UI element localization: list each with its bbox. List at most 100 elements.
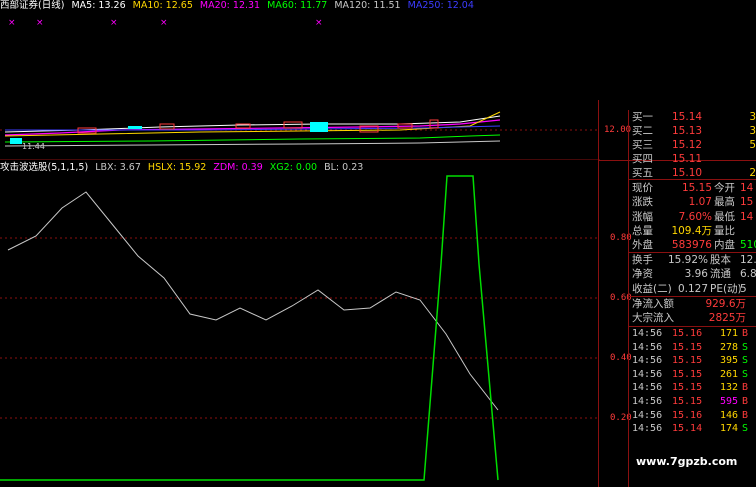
tick-row: 14:56 15.15 132 B [632, 381, 756, 395]
tick-time: 14:56 [632, 382, 663, 394]
order-book-price: 15.11 [672, 153, 703, 165]
quote-value: 109.4万 [671, 224, 712, 237]
quote-label: 量比 [714, 224, 735, 237]
quote-row: 现价 15.15 今开 14 [632, 181, 756, 195]
fundamental-row: 换手 15.92%股本 12.0 [632, 253, 756, 267]
quote-value: 5104 [740, 239, 756, 252]
flow-value: 2825万 [708, 312, 746, 325]
tick-row: 14:56 15.15 261 S [632, 368, 756, 382]
order-book-price: 15.14 [672, 111, 703, 123]
tick-time: 14:56 [632, 409, 663, 421]
order-book-label: 买二 [632, 125, 653, 137]
tick-volume: 395 [719, 355, 738, 367]
tick-row: 14:56 15.16 171 B [632, 327, 756, 341]
order-book-label: 买一 [632, 111, 653, 123]
tick-side: S [742, 355, 749, 367]
quote-label: 总量 [632, 224, 653, 237]
tick-side: B [742, 396, 749, 407]
tick-volume: 261 [719, 368, 738, 380]
tick-price: 15.14 [672, 423, 703, 435]
chart-title: 西部证券(日线) [0, 0, 65, 11]
fundamental-value: 5 [740, 282, 747, 295]
ma120-value: MA120: 11.51 [334, 0, 401, 11]
marker-icon: × [8, 18, 16, 28]
marker-icon: × [315, 18, 323, 28]
bl-value: BL: 0.23 [324, 162, 364, 173]
quote-value: 15.15 [681, 182, 712, 194]
quote-label: 涨幅 [632, 210, 653, 223]
tick-side: S [742, 341, 749, 353]
fundamental-label: 股本 [710, 254, 731, 266]
order-book-volume: 3 [749, 111, 756, 123]
tick-time: 14:56 [632, 368, 663, 380]
quote-label: 涨跌 [632, 196, 653, 209]
quote-value: 14 [740, 210, 754, 223]
fundamental-row: 净资 3.96流通 6.88 [632, 267, 756, 281]
zdm-value: ZDM: 0.39 [213, 162, 263, 173]
flow-label: 净流入额 [632, 298, 674, 310]
order-book-label: 买四 [632, 153, 653, 165]
chart-divider [598, 100, 599, 487]
marker-icon: × [110, 18, 118, 28]
fundamental-value: 12.0 [740, 254, 756, 266]
fundamental-value: 0.127 [677, 282, 708, 295]
tick-volume: 174 [719, 423, 738, 435]
quote-label: 今开 [714, 182, 735, 194]
panel-divider [628, 179, 756, 180]
indicator-header: 攻击波选股(5,1,1,5) LBX: 3.67 HSLX: 15.92 ZDM… [0, 162, 367, 174]
tick-time: 14:56 [632, 328, 663, 339]
order-book-row: 买二 15.13 3 [632, 124, 756, 138]
order-book-row: 买五 15.10 2 [632, 166, 756, 180]
quote-label: 外盘 [632, 239, 653, 252]
fundamental-value: 15.92% [667, 254, 708, 266]
quote-value: 7.60% [678, 210, 712, 223]
hslx-value: HSLX: 15.92 [147, 162, 207, 173]
quote-value: 1.07 [688, 196, 712, 209]
tick-price: 15.15 [672, 341, 703, 353]
tick-volume: 171 [719, 328, 738, 339]
flow-value: 929.6万 [705, 298, 746, 310]
tick-time: 14:56 [632, 423, 663, 435]
quote-row: 涨跌 1.07 最高 15 [632, 195, 756, 209]
marker-icon: × [36, 18, 44, 28]
tick-side: B [742, 328, 749, 339]
xg2-value: XG2: 0.00 [269, 162, 318, 173]
order-book-row: 买一 15.14 3 [632, 110, 756, 124]
tick-volume: 278 [719, 341, 738, 353]
ma60-value: MA60: 11.77 [267, 0, 328, 11]
tick-row: 14:56 15.15 395 S [632, 354, 756, 368]
order-book-price: 15.12 [672, 139, 703, 151]
indicator-name: 攻击波选股(5,1,1,5) [0, 162, 89, 173]
order-book-volume: 3 [749, 125, 756, 137]
watermark: www.7gpzb.com [636, 455, 738, 468]
tick-price: 15.15 [672, 382, 703, 394]
quote-label: 现价 [632, 182, 653, 194]
tick-time: 14:56 [632, 396, 663, 407]
tick-row: 14:56 15.14 174 S [632, 422, 756, 436]
tick-side: B [742, 382, 749, 394]
ma10-value: MA10: 12.65 [132, 0, 193, 11]
quote-row: 总量 109.4万 量比 [632, 224, 756, 238]
price-chart[interactable] [0, 100, 600, 160]
quote-value: 14 [740, 182, 754, 194]
order-book-volume: 5 [749, 139, 756, 151]
tick-price: 15.15 [672, 368, 703, 380]
tick-row: 14:56 15.16 146 B [632, 409, 756, 423]
quote-value: 15 [740, 196, 754, 209]
tick-volume: 595 [719, 396, 738, 407]
fundamental-label: 净资 [632, 268, 653, 281]
order-book-row: 买三 15.12 5 [632, 138, 756, 152]
tick-time: 14:56 [632, 341, 663, 353]
flow-label: 大宗流入 [632, 312, 674, 325]
tick-row: 14:56 15.15 595 B [632, 395, 756, 409]
tick-side: B [742, 409, 749, 421]
order-book-price: 15.10 [672, 167, 703, 179]
fundamental-value: 6.88 [740, 268, 756, 281]
indicator-chart[interactable] [0, 174, 600, 487]
ma5-value: MA5: 13.26 [71, 0, 126, 11]
tick-price: 15.15 [672, 396, 703, 407]
flow-row: 净流入额 929.6万 [632, 297, 756, 311]
flow-row: 大宗流入 2825万 [632, 311, 756, 325]
order-book-volume: 2 [749, 167, 756, 179]
quote-label: 内盘 [714, 239, 735, 252]
